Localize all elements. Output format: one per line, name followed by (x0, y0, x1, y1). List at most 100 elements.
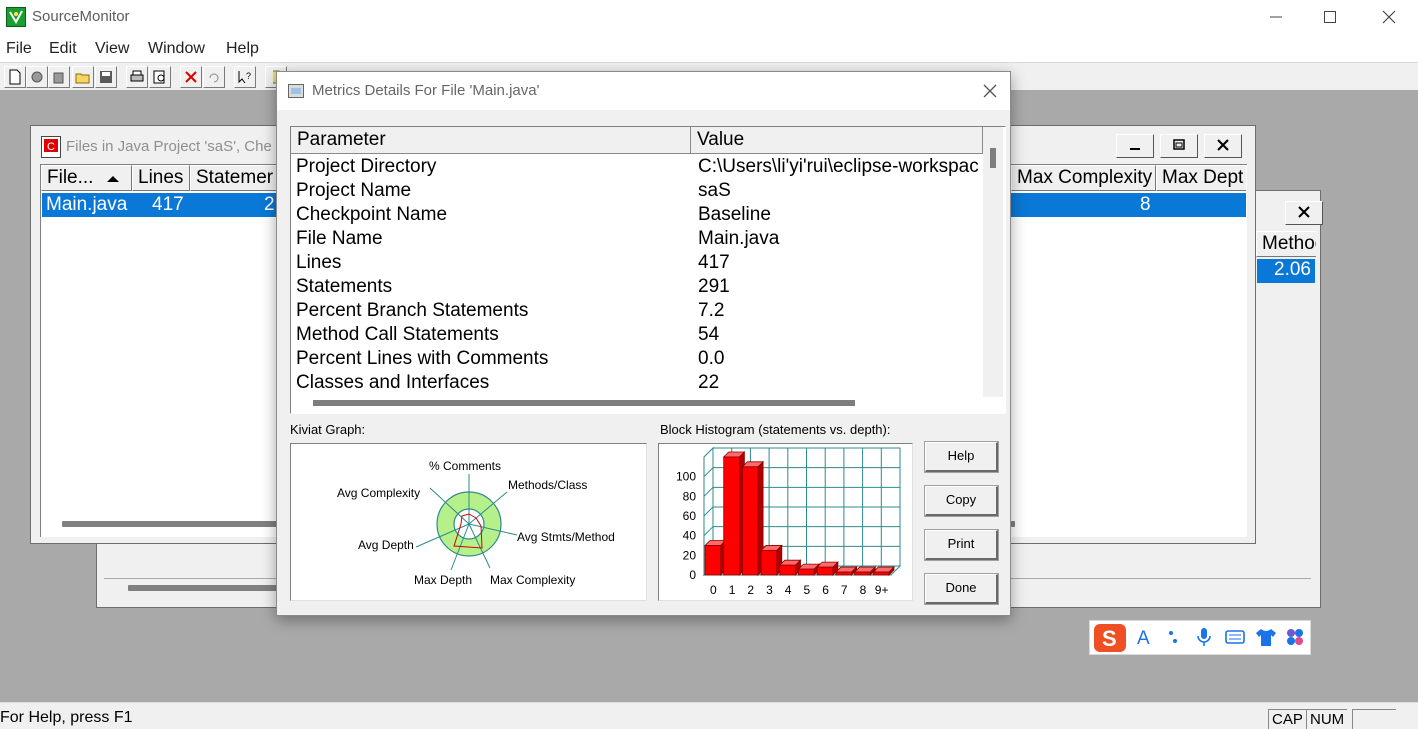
help-button[interactable]: Help (924, 441, 999, 473)
list-item[interactable]: Percent Lines with Comments 0.0 (291, 347, 983, 371)
dialog-title: Metrics Details For File 'Main.java' (312, 82, 540, 99)
context-help-button[interactable]: ? (234, 66, 256, 88)
files-window-restore-button[interactable] (1160, 134, 1198, 158)
histogram-y-tick-label: 100 (676, 470, 696, 484)
minimize-icon (1270, 16, 1282, 18)
files-window-hscroll-thumb[interactable] (62, 521, 282, 527)
list-item[interactable]: Lines 417 (291, 251, 983, 275)
svg-text:A: A (1137, 628, 1150, 648)
metrics-list[interactable]: Parameter Value Project Directory C:\User… (290, 126, 1006, 414)
histogram-bar (760, 550, 778, 576)
copy-checkpoint-button[interactable] (48, 66, 70, 88)
parameter-value: Main.java (698, 228, 780, 249)
parameter-value: 0.0 (698, 348, 725, 369)
parameter-name: Classes and Interfaces (296, 372, 490, 393)
menu-window[interactable]: Window (148, 40, 205, 58)
method-value-cell[interactable]: 2.06 (1257, 259, 1315, 283)
metrics-vscroll-thumb[interactable] (990, 148, 996, 168)
kiviat-axis-label: Max Complexity (490, 573, 576, 587)
ime-language-icon[interactable]: A (1136, 626, 1156, 653)
histogram-bar (872, 571, 890, 576)
column-header-parameter[interactable]: Parameter (291, 127, 691, 154)
print-preview-button[interactable] (149, 66, 171, 88)
parameter-name: Checkpoint Name (296, 204, 448, 225)
methods-window-close-button[interactable] (1285, 201, 1323, 225)
list-item[interactable]: Percent Branch Statements 7.2 (291, 299, 983, 323)
row-max-complexity: 8 (1140, 194, 1151, 215)
delete-button[interactable] (180, 66, 202, 88)
column-header-file[interactable]: File... (41, 165, 132, 191)
ime-skin-icon[interactable] (1255, 627, 1277, 652)
metrics-vscroll[interactable] (983, 127, 1003, 397)
column-header-lines[interactable]: Lines (132, 165, 190, 191)
num-lock-indicator: NUM (1306, 709, 1348, 729)
ime-punctuation-icon[interactable] (1166, 626, 1182, 653)
list-item[interactable]: Classes and Interfaces 22 (291, 371, 983, 395)
histogram-x-tick-label: 0 (710, 583, 717, 597)
column-header-max-complexity[interactable]: Max Complexity (1011, 165, 1156, 191)
minimize-button[interactable] (1253, 4, 1299, 30)
metrics-hscroll-thumb[interactable] (313, 400, 855, 406)
menu-help[interactable]: Help (226, 40, 259, 58)
histogram-bar (779, 564, 796, 576)
column-header-parameter-label: Parameter (297, 129, 386, 150)
column-header-method-label: Method (1262, 233, 1316, 254)
table-row[interactable]: Main.java 417 2 (42, 193, 282, 217)
dialog-close-button[interactable] (976, 78, 1004, 104)
undo-icon (209, 73, 219, 83)
list-item[interactable]: Checkpoint Name Baseline (291, 203, 983, 227)
list-item[interactable]: Project Name saS (291, 179, 983, 203)
histogram-y-tick-label: 60 (683, 509, 697, 523)
close-button[interactable] (1366, 4, 1412, 30)
app-titlebar: SourceMonitor (0, 0, 1418, 34)
ime-toolbar[interactable]: S A (1089, 620, 1311, 655)
files-window-minimize-button[interactable] (1116, 134, 1154, 158)
copy-button[interactable]: Copy (924, 485, 999, 517)
kiviat-axis-label: Avg Stmts/Method (517, 530, 615, 544)
method-value: 2.06 (1274, 259, 1311, 280)
open-button[interactable] (72, 66, 94, 88)
undo-button[interactable] (203, 66, 225, 88)
column-header-statements[interactable]: Statemer (190, 165, 280, 191)
save-button[interactable] (95, 66, 117, 88)
restore-icon (1173, 139, 1185, 150)
methods-window-hscroll-thumb[interactable] (128, 585, 288, 591)
parameter-value: 7.2 (698, 300, 725, 321)
menu-edit[interactable]: Edit (49, 40, 77, 58)
menu-file[interactable]: File (6, 40, 32, 58)
menu-view[interactable]: View (95, 40, 129, 58)
parameter-value: 417 (698, 252, 730, 273)
list-item[interactable]: Method Call Statements 54 (291, 323, 983, 347)
column-header-value[interactable]: Value (691, 127, 983, 154)
kiviat-graph-panel: % Comments Methods/Class Avg Stmts/Metho… (290, 443, 647, 601)
table-row-right[interactable]: 8 (1011, 193, 1246, 217)
list-item[interactable]: Project Directory C:\Users\li'yi'rui\ecli… (291, 155, 983, 179)
print-button[interactable] (126, 66, 148, 88)
histogram-x-tick-label: 7 (841, 583, 848, 597)
minimize-icon (1130, 148, 1140, 150)
checkpoint-button[interactable] (26, 66, 48, 88)
metrics-details-dialog[interactable]: Metrics Details For File 'Main.java' Par… (276, 71, 1011, 616)
save-icon (100, 71, 112, 83)
parameter-name: Percent Branch Statements (296, 300, 529, 321)
kiviat-axis-label: % Comments (429, 459, 502, 473)
stack-icon (53, 72, 64, 84)
parameter-value: saS (698, 180, 731, 201)
maximize-button[interactable] (1307, 4, 1353, 30)
list-item[interactable]: File Name Main.java (291, 227, 983, 251)
parameter-name: Method Call Statements (296, 324, 499, 345)
new-button[interactable] (4, 66, 26, 88)
parameter-name: Percent Lines with Comments (296, 348, 549, 369)
files-window-hscroll-thumb-end[interactable] (1011, 521, 1015, 527)
list-item[interactable]: Statements 291 (291, 275, 983, 299)
ime-toolbox-icon[interactable] (1285, 627, 1305, 652)
sogou-logo-icon[interactable]: S (1093, 623, 1127, 658)
column-header-method[interactable]: Method (1256, 231, 1316, 257)
print-button[interactable]: Print (924, 529, 999, 561)
svg-text:S: S (1102, 626, 1117, 651)
ime-keyboard-icon[interactable] (1225, 627, 1245, 652)
column-header-max-depth[interactable]: Max Dept (1156, 165, 1246, 191)
ime-microphone-icon[interactable] (1196, 626, 1212, 653)
files-window-close-button[interactable] (1204, 134, 1242, 158)
done-button[interactable]: Done (924, 573, 999, 605)
